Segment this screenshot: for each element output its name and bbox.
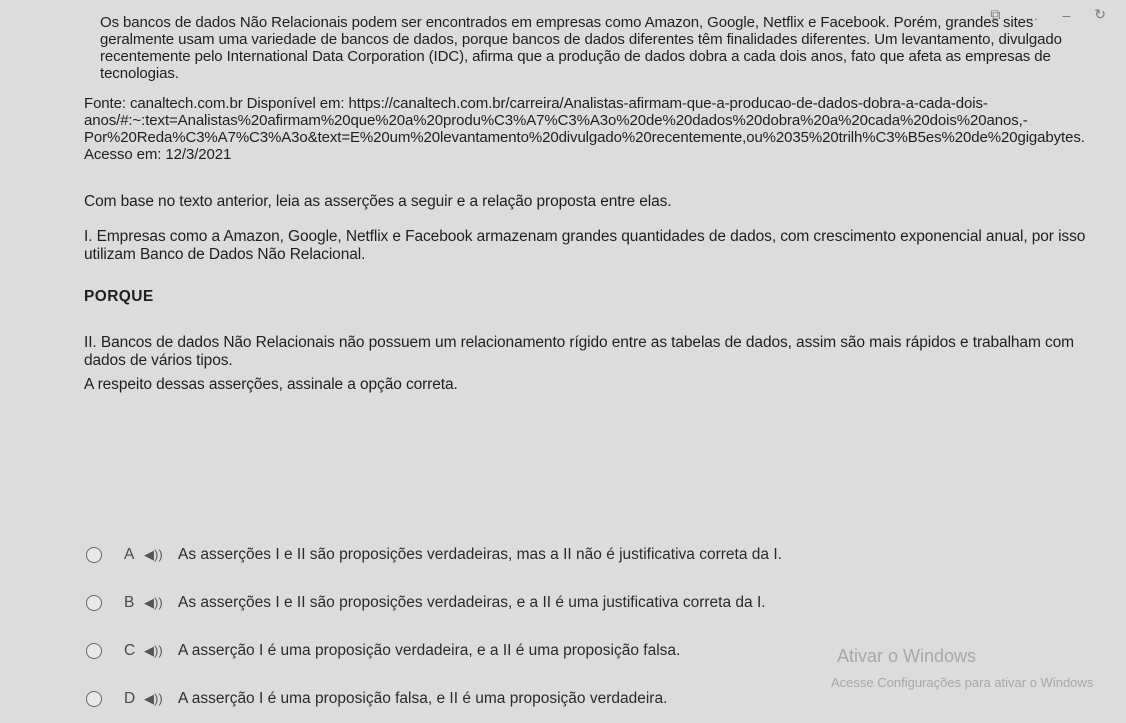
option-letter: C [124,642,136,659]
intro-paragraph: Os bancos de dados Não Relacionais podem… [100,14,1062,82]
question-content: Os bancos de dados Não Relacionais podem… [84,14,1114,393]
radio-button[interactable] [86,691,102,707]
radio-button[interactable] [86,595,102,611]
option-letter: A [124,546,135,563]
option-b[interactable]: B ◀)) As asserções I e II são proposiçõe… [78,579,1108,627]
source-line-3: Por%20Reda%C3%A7%C3%A3o&text=E%20um%20le… [84,129,1085,146]
porque-label: PORQUE [84,288,154,305]
activation-title: Ativar o Windows [837,646,977,666]
option-text: As asserções I e II são proposições verd… [178,546,782,563]
option-text: As asserções I e II são proposições verd… [178,594,766,611]
assertion-two: II. Bancos de dados Não Relacionais não … [84,334,1074,369]
question-prompt: A respeito dessas asserções, assinale a … [84,376,458,393]
radio-button[interactable] [86,643,102,659]
option-text: A asserção I é uma proposição verdadeira… [178,642,681,659]
option-a[interactable]: A ◀)) As asserções I e II são proposiçõe… [78,531,1108,579]
source-line-1: Fonte: canaltech.com.br Disponível em: h… [84,95,988,112]
speaker-icon[interactable]: ◀)) [144,643,178,659]
windows-activation-watermark: Ativar o Windows Acesse Configurações pa… [831,646,1116,690]
activation-subtitle: Acesse Configurações para ativar o Windo… [831,675,1094,690]
source-paragraph: Fonte: canaltech.com.br Disponível em: h… [84,95,1114,163]
assertion-one: I. Empresas como a Amazon, Google, Netfl… [84,228,1086,263]
radio-button[interactable] [86,547,102,563]
speaker-icon[interactable]: ◀)) [144,691,178,707]
speaker-icon[interactable]: ◀)) [144,547,178,563]
source-access-date: Acesso em: 12/3/2021 [84,146,232,163]
answer-options: A ◀)) As asserções I e II são proposiçõe… [78,531,1108,723]
option-text: A asserção I é uma proposição falsa, e I… [178,690,668,707]
source-line-2: anos/#:~:text=Analistas%20afirmam%20que%… [84,112,1028,129]
option-letter: B [124,594,135,611]
option-letter: D [124,690,136,707]
speaker-icon[interactable]: ◀)) [144,595,178,611]
instruction-text: Com base no texto anterior, leia as asse… [84,193,672,210]
